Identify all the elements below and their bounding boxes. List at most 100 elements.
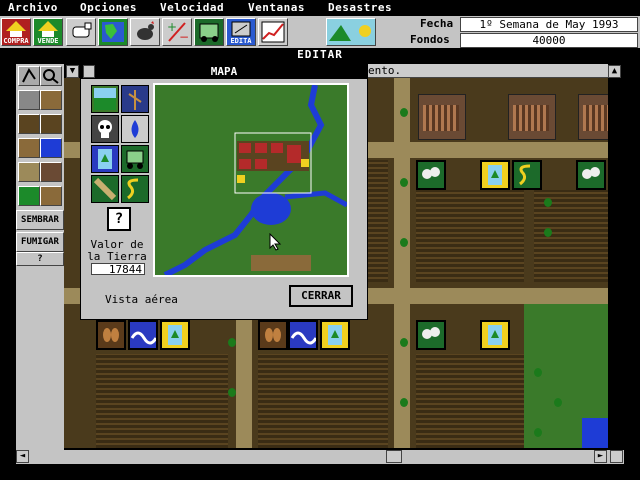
snake-icon [127, 178, 139, 200]
sembrar-button[interactable]: SEMBRAR [16, 210, 64, 230]
valor-label: Valor de la Tierra [87, 238, 147, 263]
scroll-up-arrow[interactable]: ▲ [608, 65, 621, 78]
map-road-button[interactable] [91, 175, 119, 203]
tree [544, 198, 552, 207]
menu-archivo[interactable]: Archivo [8, 1, 58, 14]
map-snake-button[interactable] [121, 175, 149, 203]
resize-corner[interactable] [610, 450, 623, 463]
aerial-map-view[interactable] [153, 83, 349, 277]
menu-opciones[interactable]: Opciones [80, 1, 137, 14]
seed-icon [96, 320, 126, 350]
edit-icon [231, 21, 251, 37]
map-pest-button[interactable] [91, 115, 119, 143]
fertilizer-icon [160, 320, 190, 350]
pond [582, 418, 608, 448]
tractor-icon [199, 23, 219, 42]
map-water-button[interactable] [121, 115, 149, 143]
map-help-button[interactable]: ? [107, 207, 131, 231]
plus-minus-icon: +− [167, 20, 189, 44]
mouse-cursor-icon [269, 233, 282, 251]
valor-value: 17844 [91, 263, 145, 276]
world-button[interactable] [98, 18, 128, 46]
fertilizer-icon [480, 320, 510, 350]
crop-field [258, 354, 388, 448]
wave-icon [128, 320, 158, 350]
tree [228, 388, 236, 397]
graph-icon [261, 21, 285, 43]
graph-button[interactable] [258, 18, 288, 46]
cotton-icon [416, 320, 446, 350]
menu-desastres[interactable]: Desastres [328, 1, 392, 14]
tractor-icon [126, 150, 144, 169]
rooster-icon [137, 21, 154, 40]
soil-tool[interactable] [40, 90, 62, 110]
tree [400, 108, 408, 117]
finance-button[interactable]: + − [162, 18, 192, 46]
scroll-down-arrow[interactable]: ▼ [66, 65, 79, 78]
menu-ventanas[interactable]: Ventanas [248, 1, 305, 14]
cotton-icon [576, 160, 606, 190]
tree [544, 228, 552, 237]
seed-icon [258, 320, 288, 350]
map-fertilizer-button[interactable] [91, 145, 119, 173]
road-tool[interactable] [18, 162, 40, 182]
svg-text:−: − [179, 30, 189, 44]
edita-button[interactable]: EDITA [226, 18, 256, 46]
editor-title: EDITAR [297, 48, 343, 61]
terrain-icon [94, 88, 116, 110]
help-button[interactable]: ? [16, 252, 64, 266]
fumigar-button[interactable]: FUMIGAR [16, 232, 64, 252]
rooster-button[interactable] [130, 18, 160, 46]
fence-tool[interactable] [18, 138, 40, 158]
fondos-label: Fondos [410, 33, 450, 46]
aerial-map [155, 85, 347, 275]
fondos-value: 40000 [460, 33, 638, 48]
furrow-tool[interactable] [40, 114, 62, 134]
compra-button[interactable]: COMPRA [1, 18, 31, 46]
plow-tool[interactable] [18, 66, 40, 86]
world-map-icon [102, 22, 124, 42]
tree-tool[interactable] [18, 186, 40, 206]
horizontal-scrollbar[interactable]: ◄ ► [16, 450, 624, 464]
building-tool[interactable] [40, 186, 62, 206]
editor-title-bar: EDITAR [0, 48, 640, 62]
crop-field [416, 190, 524, 282]
fertilizer-icon [320, 320, 350, 350]
cotton-icon [416, 160, 446, 190]
message-text: ento. [368, 64, 402, 77]
tree [228, 338, 236, 347]
scroll-thumb[interactable] [386, 450, 402, 463]
crop-field [96, 354, 228, 448]
hand-icon [72, 22, 92, 38]
water-tool[interactable] [40, 138, 62, 158]
crop-field [366, 160, 388, 282]
vende-button[interactable]: VENDE [33, 18, 63, 46]
plow-icon [22, 68, 36, 83]
field-tool[interactable] [18, 90, 40, 110]
crop-field [416, 354, 524, 448]
scroll-left-arrow[interactable]: ◄ [16, 450, 29, 463]
magnify-tool[interactable] [40, 66, 62, 86]
weather-button[interactable] [326, 18, 376, 46]
house-up-icon [6, 21, 26, 37]
vista-label: Vista aérea [105, 293, 178, 306]
tree [400, 238, 408, 247]
svg-text:+: + [167, 20, 177, 34]
barn [578, 94, 608, 140]
hand-button[interactable] [66, 18, 96, 46]
barn [418, 94, 466, 140]
crop-rows-tool[interactable] [18, 114, 40, 134]
house-down-icon [38, 21, 58, 37]
map-terrain-button[interactable] [91, 85, 119, 113]
cerrar-button[interactable]: CERRAR [289, 285, 353, 307]
scroll-right-arrow[interactable]: ► [594, 450, 607, 463]
gate-tool[interactable] [40, 162, 62, 182]
map-wheat-button[interactable] [121, 85, 149, 113]
map-title-bar: MAPA [81, 65, 367, 79]
tractor-button[interactable] [194, 18, 224, 46]
map-window: MAPA ? Valor de la Tierra 17844 Vista aé… [80, 64, 368, 320]
tree [400, 178, 408, 187]
map-tractor-button[interactable] [121, 145, 149, 173]
barn [508, 94, 556, 140]
menu-velocidad[interactable]: Velocidad [160, 1, 224, 14]
